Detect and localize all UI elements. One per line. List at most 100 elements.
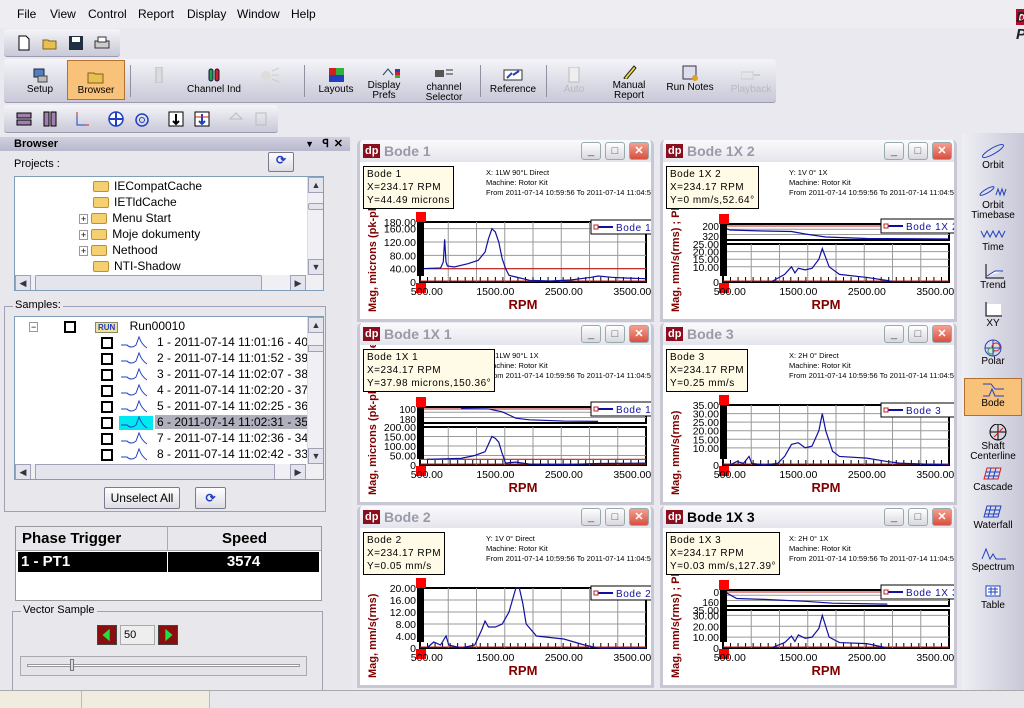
close-button[interactable]: ✕ (932, 508, 952, 526)
sample-checkbox[interactable] (101, 400, 113, 413)
projects-hscroll[interactable]: ◀ ▶ (15, 275, 323, 290)
maximize-button[interactable]: □ (605, 325, 625, 343)
disabled-up-icon[interactable] (228, 111, 244, 127)
minimize-button[interactable]: _ (581, 325, 601, 343)
maximize-button[interactable]: □ (908, 508, 928, 526)
minimize-button[interactable]: _ (884, 325, 904, 343)
tile-horizontal-icon[interactable] (16, 111, 32, 127)
sample-item[interactable]: 5 - 2011-07-14 11:02:25 - 3674 (101, 398, 323, 414)
scroll-up-icon[interactable]: ▲ (308, 177, 323, 193)
palette-cascade[interactable]: Cascade (964, 463, 1022, 497)
project-item[interactable]: NTI-Shadow (79, 258, 181, 274)
samples-tree[interactable]: − RUN Run00010 1 - 2011-07-14 11:01:16 -… (14, 316, 324, 480)
table-row[interactable]: 1 - PT1 3574 (18, 552, 319, 572)
close-button[interactable]: ✕ (629, 142, 649, 160)
sample-item[interactable]: 7 - 2011-07-14 11:02:36 - 3474 (101, 430, 323, 446)
window-titlebar[interactable]: dp Bode 3 _ □ ✕ (663, 323, 954, 345)
palette-shaft-centerline[interactable]: Shaft Centerline (964, 422, 1022, 462)
minimize-button[interactable]: _ (581, 142, 601, 160)
menu-help[interactable]: Help (291, 7, 316, 21)
menu-control[interactable]: Control (88, 7, 127, 21)
hscroll-thumb[interactable] (35, 275, 262, 290)
menu-view[interactable]: View (50, 7, 76, 21)
cursor-marker-top[interactable] (416, 212, 426, 222)
cursor-marker-top[interactable] (719, 214, 729, 224)
bode-window[interactable]: dp Bode 3 _ □ ✕ Bode 3 X=234.17 RPM Y=0.25 mm/s… (660, 323, 957, 505)
close-button[interactable]: ✕ (932, 325, 952, 343)
close-button[interactable]: ✕ (629, 508, 649, 526)
samples-hscroll[interactable]: ◀ ▶ (15, 464, 323, 479)
palette-orbit[interactable]: Orbit (964, 141, 1022, 175)
sample-checkbox[interactable] (101, 416, 113, 429)
channel-ind-button[interactable]: Channel Ind (184, 67, 244, 95)
menu-display[interactable]: Display (187, 7, 226, 21)
samples-vscroll[interactable]: ▲ ▼ (307, 317, 323, 464)
next-button[interactable] (158, 625, 178, 645)
sample-item[interactable]: 8 - 2011-07-14 11:02:42 - 3374 (101, 446, 323, 462)
sample-checkbox[interactable] (101, 432, 113, 445)
slider-thumb[interactable] (70, 659, 75, 671)
sample-item[interactable]: 2 - 2011-07-14 11:01:52 - 3971 (101, 350, 323, 366)
rotate-icon[interactable] (134, 111, 150, 127)
window-titlebar[interactable]: dp Bode 1X 1 _ □ ✕ (360, 323, 651, 345)
palette-trend[interactable]: Trend (964, 261, 1022, 295)
cursor-marker-top[interactable] (719, 395, 729, 405)
scroll-left-icon[interactable]: ◀ (15, 464, 31, 479)
scroll-right-icon[interactable]: ▶ (290, 464, 306, 479)
maximize-button[interactable]: □ (908, 325, 928, 343)
scroll-up-icon[interactable]: ▲ (308, 317, 323, 333)
minimize-button[interactable]: _ (884, 142, 904, 160)
print-icon[interactable] (94, 35, 110, 51)
cursor-marker-top[interactable] (719, 580, 729, 590)
run-notes-button[interactable]: Run Notes (664, 65, 716, 93)
palette-time[interactable]: Time (964, 223, 1022, 257)
project-item[interactable]: + Nethood (79, 242, 158, 258)
refresh-samples-button[interactable]: ⟳ (195, 487, 226, 509)
palette-table[interactable]: Table (964, 581, 1022, 615)
expand-icon[interactable]: + (79, 214, 89, 224)
palette-spectrum[interactable]: Spectrum (964, 543, 1022, 577)
hscroll-thumb[interactable] (35, 464, 275, 479)
run-checkbox[interactable] (63, 320, 76, 333)
window-titlebar[interactable]: dp Bode 1X 3 _ □ ✕ (663, 506, 954, 528)
disabled-tool-button[interactable] (144, 67, 174, 85)
auto-report-button[interactable]: Auto (556, 67, 592, 95)
display-prefs-button[interactable]: Display Prefs (366, 63, 416, 101)
disabled-signal-button[interactable] (250, 67, 290, 85)
projects-tree[interactable]: IECompatCache IETldCache + Menu Start + Moje … (14, 176, 324, 291)
project-item[interactable]: + Moje dokumenty (79, 226, 200, 242)
manual-report-button[interactable]: Manual Report (604, 63, 654, 101)
projects-vscroll[interactable]: ▲ ▼ (307, 177, 323, 275)
sample-checkbox[interactable] (101, 368, 113, 381)
sample-checkbox[interactable] (101, 448, 113, 461)
sample-checkbox[interactable] (101, 384, 113, 397)
minimize-button[interactable]: _ (581, 508, 601, 526)
menu-window[interactable]: Window (237, 7, 280, 21)
expand-icon[interactable]: + (79, 246, 89, 256)
axis-icon[interactable] (74, 111, 90, 127)
palette-polar[interactable]: Polar (964, 337, 1022, 371)
channel-selector-button[interactable]: channel Selector (419, 65, 469, 103)
palette-waterfall[interactable]: Waterfall (964, 501, 1022, 535)
close-panel-icon[interactable]: ✕ (334, 137, 343, 151)
reference-button[interactable]: Reference (488, 67, 538, 95)
previous-button[interactable] (97, 625, 117, 645)
browser-button[interactable]: Browser (67, 60, 125, 100)
window-titlebar[interactable]: dp Bode 1 _ □ ✕ (360, 140, 651, 162)
move-down-all-icon[interactable] (168, 111, 184, 127)
open-icon[interactable] (42, 35, 58, 51)
cursor-marker-top[interactable] (416, 578, 426, 588)
palette-orbit-timebase[interactable]: Orbit Timebase (964, 181, 1022, 221)
pin-icon[interactable]: ꟼ (322, 137, 329, 151)
maximize-button[interactable]: □ (908, 142, 928, 160)
move-down-icon[interactable] (194, 111, 210, 127)
close-button[interactable]: ✕ (629, 325, 649, 343)
sample-item[interactable]: 3 - 2011-07-14 11:02:07 - 3874 (101, 366, 323, 382)
sample-checkbox[interactable] (101, 336, 113, 349)
window-titlebar[interactable]: dp Bode 1X 2 _ □ ✕ (663, 140, 954, 162)
maximize-button[interactable]: □ (605, 142, 625, 160)
bode-window[interactable]: dp Bode 2 _ □ ✕ Bode 2 X=234.17 RPM Y=0.05 mm/s… (357, 506, 654, 688)
window-titlebar[interactable]: dp Bode 2 _ □ ✕ (360, 506, 651, 528)
vector-sample-input[interactable]: 50 (120, 625, 155, 645)
project-item[interactable]: IETldCache (79, 194, 177, 210)
